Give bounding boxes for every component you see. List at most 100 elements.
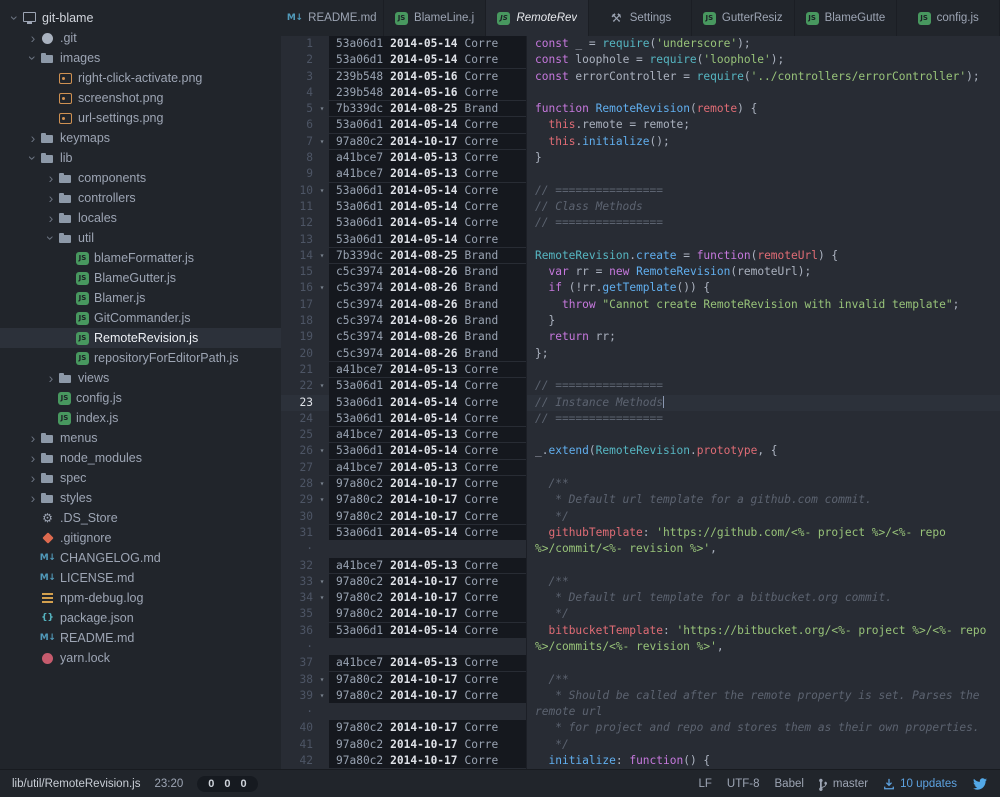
blame-annotation[interactable]: a41bce7 2014-05-13 Corre <box>329 166 526 183</box>
tree-item-gitignore[interactable]: .gitignore <box>0 528 281 548</box>
chevron-right-icon[interactable]: › <box>44 211 58 225</box>
editor-row-35[interactable]: 35 97a80c2 2014-10-17 Corre */ <box>281 606 1000 623</box>
editor-row-23[interactable]: 23 53a06d1 2014-05-14 Corre // Instance Meth… <box>281 394 1000 411</box>
editor-row-37[interactable]: 37 a41bce7 2014-05-13 Corre <box>281 655 1000 672</box>
tree-item-ds-store[interactable]: ⚙ .DS_Store <box>0 508 281 528</box>
editor-row-9[interactable]: 9 a41bce7 2014-05-13 Corre <box>281 166 1000 183</box>
chevron-right-icon[interactable]: › <box>26 31 40 45</box>
editor-row-wrap[interactable]: · %>/commit/<%- revision %>', <box>281 541 1000 558</box>
blame-annotation[interactable]: 239b548 2014-05-16 Corre <box>329 68 526 85</box>
blame-annotation[interactable]: 53a06d1 2014-05-14 Corre <box>329 36 526 53</box>
editor-row-19[interactable]: 19 c5c3974 2014-08-26 Brand return rr; <box>281 329 1000 346</box>
chevron-right-icon[interactable]: › <box>44 191 58 205</box>
updates-indicator[interactable]: 10 updates <box>883 778 957 790</box>
tree-item-views[interactable]: › views <box>0 368 281 388</box>
chevron-down-icon[interactable]: › <box>43 231 59 245</box>
editor-row-29[interactable]: 29 ▾ 97a80c2 2014-10-17 Corre * Default url … <box>281 492 1000 509</box>
editor-row-22[interactable]: 22 ▾ 53a06d1 2014-05-14 Corre // ============… <box>281 378 1000 395</box>
cursor-position[interactable]: 23:20 <box>154 778 183 790</box>
tab-remoterev[interactable]: JS RemoteRev <box>486 0 590 36</box>
blame-annotation[interactable]: 53a06d1 2014-05-14 Corre <box>329 443 526 460</box>
chevron-down-icon[interactable]: › <box>25 151 41 165</box>
blame-annotation[interactable]: 97a80c2 2014-10-17 Corre <box>329 508 526 525</box>
blame-expand-icon[interactable]: ▾ <box>315 574 329 590</box>
blame-annotation[interactable]: 53a06d1 2014-05-14 Corre <box>329 198 526 216</box>
blame-annotation[interactable]: 97a80c2 2014-10-17 Corre <box>329 573 526 591</box>
editor-row-15[interactable]: 15 c5c3974 2014-08-26 Brand var rr = new Re… <box>281 264 1000 281</box>
tree-item-blamer-js[interactable]: JS Blamer.js <box>0 288 281 308</box>
blame-annotation[interactable]: a41bce7 2014-05-13 Corre <box>329 150 526 167</box>
text-editor[interactable]: 1 53a06d1 2014-05-14 Corre const _ = require… <box>281 36 1000 770</box>
blame-annotation[interactable]: 239b548 2014-05-16 Corre <box>329 84 526 102</box>
editor-row-10[interactable]: 10 ▾ 53a06d1 2014-05-14 Corre // ============… <box>281 182 1000 199</box>
blame-expand-icon[interactable]: ▾ <box>315 672 329 688</box>
file-path[interactable]: lib/util/RemoteRevision.js <box>12 778 140 790</box>
editor-row-2[interactable]: 2 53a06d1 2014-05-14 Corre const loophole = … <box>281 52 1000 69</box>
editor-row-30[interactable]: 30 97a80c2 2014-10-17 Corre */ <box>281 508 1000 525</box>
tree-item-images[interactable]: › images <box>0 48 281 68</box>
blame-expand-icon[interactable]: ▾ <box>315 378 329 394</box>
blame-annotation[interactable]: 97a80c2 2014-10-17 Corre <box>329 753 526 770</box>
editor-row-42[interactable]: 42 97a80c2 2014-10-17 Corre initialize: fun… <box>281 753 1000 770</box>
blame-expand-icon[interactable]: ▾ <box>315 183 329 199</box>
tree-item-repositoryforeditorpath-js[interactable]: JS repositoryForEditorPath.js <box>0 348 281 368</box>
blame-annotation[interactable]: 97a80c2 2014-10-17 Corre <box>329 687 526 705</box>
tree-item-node-modules[interactable]: › node_modules <box>0 448 281 468</box>
blame-annotation[interactable]: 53a06d1 2014-05-14 Corre <box>329 378 526 395</box>
editor-row-31[interactable]: 31 53a06d1 2014-05-14 Corre githubTemplate:… <box>281 524 1000 542</box>
tree-item-git[interactable]: › .git <box>0 28 281 48</box>
encoding-indicator[interactable]: UTF-8 <box>727 778 760 790</box>
tree-item-gitcommander-js[interactable]: JS GitCommander.js <box>0 308 281 328</box>
tree-item-git-blame[interactable]: › git-blame <box>0 8 281 28</box>
blame-expand-icon[interactable]: ▾ <box>315 476 329 492</box>
tree-item-styles[interactable]: › styles <box>0 488 281 508</box>
tab-readme-md[interactable]: M↓ README.md <box>281 0 384 36</box>
tree-item-controllers[interactable]: › controllers <box>0 188 281 208</box>
editor-row-11[interactable]: 11 53a06d1 2014-05-14 Corre // Class Methods <box>281 198 1000 216</box>
tree-item-config-js[interactable]: JS config.js <box>0 388 281 408</box>
blame-annotation[interactable]: 97a80c2 2014-10-17 Corre <box>329 476 526 493</box>
tree-item-locales[interactable]: › locales <box>0 208 281 228</box>
chevron-right-icon[interactable]: › <box>44 171 58 185</box>
chevron-right-icon[interactable]: › <box>26 471 40 485</box>
blame-annotation[interactable]: c5c3974 2014-08-26 Brand <box>329 296 526 314</box>
tree-item-keymaps[interactable]: › keymaps <box>0 128 281 148</box>
editor-row-14[interactable]: 14 ▾ 7b339dc 2014-08-25 Brand RemoteRevision.… <box>281 247 1000 265</box>
blame-expand-icon[interactable]: ▾ <box>315 248 329 264</box>
blame-expand-icon[interactable]: ▾ <box>315 101 329 117</box>
blame-annotation[interactable]: a41bce7 2014-05-13 Corre <box>329 655 526 672</box>
tree-item-readme-md[interactable]: M↓ README.md <box>0 628 281 648</box>
tree-item-index-js[interactable]: JS index.js <box>0 408 281 428</box>
blame-annotation[interactable]: 53a06d1 2014-05-14 Corre <box>329 182 526 199</box>
editor-row-27[interactable]: 27 a41bce7 2014-05-13 Corre <box>281 459 1000 477</box>
tree-item-license-md[interactable]: M↓ LICENSE.md <box>0 568 281 588</box>
blame-annotation[interactable]: 97a80c2 2014-10-17 Corre <box>329 492 526 509</box>
blame-expand-icon[interactable]: ▾ <box>315 443 329 459</box>
editor-row-8[interactable]: 8 a41bce7 2014-05-13 Corre} <box>281 150 1000 167</box>
editor-row-36[interactable]: 36 53a06d1 2014-05-14 Corre bitbucketTempla… <box>281 622 1000 639</box>
twitter-bird-icon[interactable] <box>972 777 988 791</box>
blame-annotation[interactable]: c5c3974 2014-08-26 Brand <box>329 329 526 346</box>
tree-item-blameformatter-js[interactable]: JS blameFormatter.js <box>0 248 281 268</box>
chevron-right-icon[interactable]: › <box>26 131 40 145</box>
chevron-right-icon[interactable]: › <box>26 431 40 445</box>
editor-row-4[interactable]: 4 239b548 2014-05-16 Corre <box>281 84 1000 102</box>
blame-expand-icon[interactable]: ▾ <box>315 134 329 150</box>
blame-annotation[interactable]: 7b339dc 2014-08-25 Brand <box>329 101 526 118</box>
tree-item-url-settings-png[interactable]: url-settings.png <box>0 108 281 128</box>
editor-row-wrap[interactable]: · %>/commits/<%- revision %>', <box>281 638 1000 656</box>
blame-expand-icon[interactable]: ▾ <box>315 280 329 296</box>
tree-item-remoterevision-js[interactable]: JS RemoteRevision.js <box>0 328 281 348</box>
blame-expand-icon[interactable]: ▾ <box>315 688 329 704</box>
editor-row-3[interactable]: 3 239b548 2014-05-16 Corre const errorContro… <box>281 68 1000 85</box>
tree-item-package-json[interactable]: {} package.json <box>0 608 281 628</box>
editor-row-24[interactable]: 24 53a06d1 2014-05-14 Corre // =============… <box>281 410 1000 428</box>
chevron-right-icon[interactable]: › <box>26 491 40 505</box>
editor-row-38[interactable]: 38 ▾ 97a80c2 2014-10-17 Corre /** <box>281 671 1000 688</box>
editor-row-1[interactable]: 1 53a06d1 2014-05-14 Corre const _ = require… <box>281 36 1000 53</box>
tab-blameline-j[interactable]: JS BlameLine.j <box>384 0 487 36</box>
tree-item-yarn-lock[interactable]: yarn.lock <box>0 648 281 668</box>
editor-row-17[interactable]: 17 c5c3974 2014-08-26 Brand throw "Cannot c… <box>281 296 1000 314</box>
tree-item-npm-debug-log[interactable]: npm-debug.log <box>0 588 281 608</box>
blame-annotation[interactable]: 53a06d1 2014-05-14 Corre <box>329 410 526 428</box>
